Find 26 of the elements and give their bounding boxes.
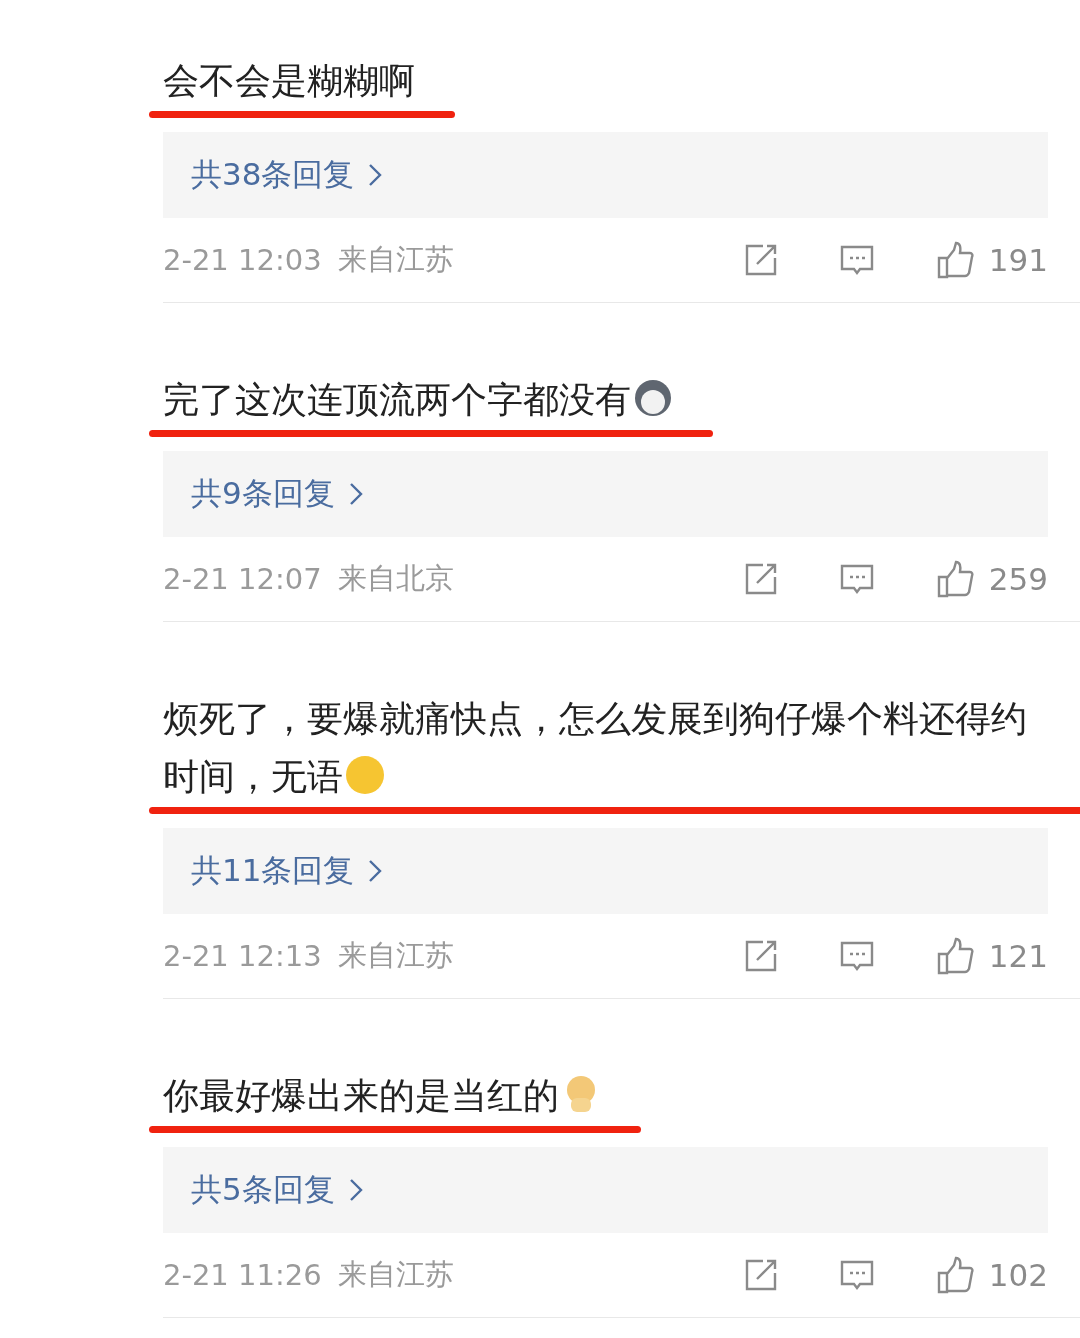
replies-link[interactable]: 共38条回复 xyxy=(163,132,1048,218)
replies-link[interactable]: 共11条回复 xyxy=(163,828,1048,914)
sticker-icon xyxy=(633,378,673,418)
comment-text: 烦死了，要爆就痛快点，怎么发展到狗仔爆个料还得约时间，无语 xyxy=(163,697,1028,799)
like-button[interactable]: 121 xyxy=(934,936,1048,976)
chevron-right-icon xyxy=(348,1178,363,1202)
like-button[interactable]: 191 xyxy=(934,240,1048,280)
comment-location: 来自江苏 xyxy=(337,937,454,974)
comment-location: 来自北京 xyxy=(337,560,454,597)
comment-time: 2-21 12:13 xyxy=(163,939,322,973)
replies-link[interactable]: 共5条回复 xyxy=(163,1147,1048,1233)
comment-text: 完了这次连顶流两个字都没有 xyxy=(163,371,673,429)
chevron-right-icon xyxy=(348,482,363,506)
chevron-right-icon xyxy=(368,163,383,187)
chevron-right-icon xyxy=(368,859,383,883)
comment-location: 来自江苏 xyxy=(337,1256,454,1293)
comment-text: 你最好爆出来的是当红的 xyxy=(163,1067,601,1125)
comment-location: 来自江苏 xyxy=(337,241,454,278)
comment-time: 2-21 12:03 xyxy=(163,243,322,277)
like-button[interactable]: 259 xyxy=(934,559,1048,599)
comment-time: 2-21 12:07 xyxy=(163,562,322,596)
comment-time: 2-21 11:26 xyxy=(163,1258,322,1292)
replies-link[interactable]: 共9条回复 xyxy=(163,451,1048,537)
comment-text: 会不会是糊糊啊 xyxy=(163,59,415,103)
like-button[interactable]: 102 xyxy=(934,1255,1048,1295)
sticker-icon xyxy=(345,755,385,795)
